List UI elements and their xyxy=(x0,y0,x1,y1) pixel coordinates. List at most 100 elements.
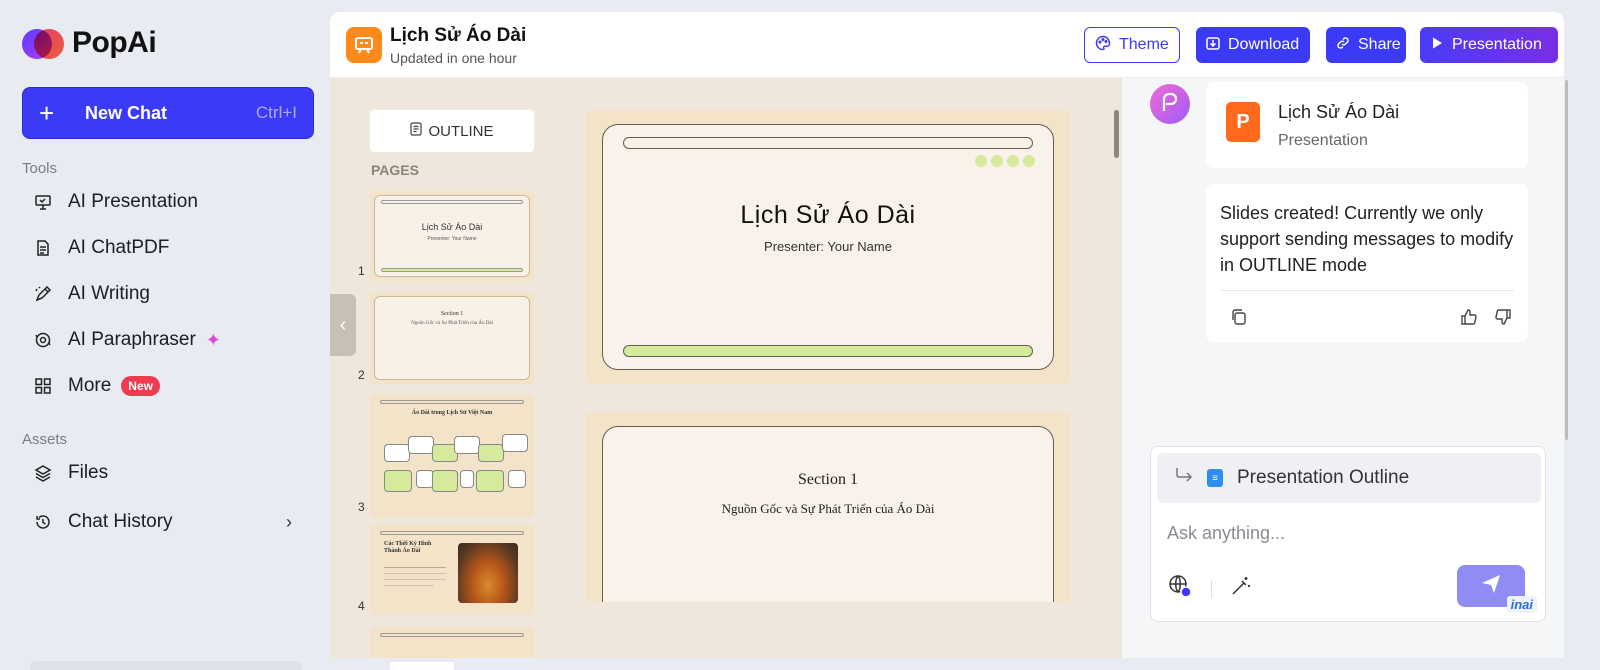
download-button[interactable]: Download xyxy=(1196,27,1310,63)
page-thumbnail-2[interactable]: Section 1 Nguồn Gốc và Sự Phát Triển của… xyxy=(370,292,534,384)
presentation-icon xyxy=(34,193,52,211)
assistant-avatar xyxy=(1150,84,1190,124)
timeline-box xyxy=(476,470,504,492)
message-divider xyxy=(1220,290,1514,291)
theme-button[interactable]: Theme xyxy=(1084,27,1180,63)
sidebar-item-more[interactable]: More New xyxy=(22,367,314,405)
page-thumbnail-4[interactable]: Các Thời Kỳ Hình Thành Áo Dài xyxy=(370,525,534,615)
share-label: Share xyxy=(1358,36,1401,53)
logo-mark-icon xyxy=(22,27,66,59)
outline-doc-icon: ≡ xyxy=(1207,469,1223,487)
web-search-icon[interactable] xyxy=(1167,573,1193,604)
timeline-box xyxy=(384,470,412,492)
send-icon xyxy=(1480,573,1502,600)
timeline-box xyxy=(502,434,528,452)
page-number: 1 xyxy=(358,264,365,278)
reference-label: Presentation Outline xyxy=(1237,467,1410,488)
page-number: 4 xyxy=(358,599,365,613)
page-number: 2 xyxy=(358,368,365,382)
sidebar-item-label: AI Paraphraser xyxy=(68,329,196,350)
outline-button[interactable]: OUTLINE xyxy=(370,110,534,152)
sidebar-item-label: Files xyxy=(68,462,109,483)
tools-section-title: Tools xyxy=(22,160,58,177)
copy-icon[interactable] xyxy=(1230,308,1248,331)
new-chat-button[interactable]: + New Chat Ctrl+I xyxy=(22,87,314,139)
assistant-message: Slides created! Currently we only suppor… xyxy=(1206,184,1528,342)
slide-bottom-bar xyxy=(623,345,1033,357)
thumbnail-text-line xyxy=(384,567,446,568)
page-thumbnail-3[interactable]: Áo Dài trong Lịch Sử Việt Nam xyxy=(370,394,534,518)
palette-icon xyxy=(1095,35,1111,56)
input-tools xyxy=(1167,573,1252,604)
slide-1[interactable]: Lịch Sử Áo Dài Presenter: Your Name xyxy=(586,110,1070,384)
thumbnail-text-line xyxy=(384,573,446,574)
page-scrollbar[interactable] xyxy=(1565,80,1568,440)
thumbnail-text-line xyxy=(384,585,434,586)
layers-icon xyxy=(34,464,52,482)
link-icon xyxy=(1336,36,1350,55)
presentation-doc-icon xyxy=(346,27,382,63)
timeline-box xyxy=(460,470,474,488)
chat-input[interactable]: Ask anything... xyxy=(1167,523,1285,544)
slide-subtitle[interactable]: Nguồn Gốc và Sự Phát Triển của Áo Dài xyxy=(603,501,1053,517)
presentation-attachment-card[interactable]: P Lịch Sử Áo Dài Presentation xyxy=(1206,82,1528,168)
magic-wand-icon[interactable] xyxy=(1230,575,1252,602)
thumbnail-subtitle: Presenter: Your Name xyxy=(427,236,477,242)
presentation-label: Presentation xyxy=(1452,36,1542,53)
share-button[interactable]: Share xyxy=(1326,27,1406,63)
paraphrase-icon xyxy=(34,331,52,349)
sidebar-item-label: AI Presentation xyxy=(68,191,198,212)
popai-logo[interactable]: PopAi xyxy=(22,26,157,60)
page-title: Lịch Sử Áo Dài xyxy=(390,25,527,46)
theme-label: Theme xyxy=(1119,36,1169,53)
thumbs-down-icon[interactable] xyxy=(1494,308,1512,331)
new-badge: New xyxy=(121,376,160,396)
inai-watermark: inai xyxy=(1506,596,1537,613)
sidebar-item-ai-chatpdf[interactable]: AI ChatPDF xyxy=(22,229,314,267)
thumbnail-canvas: Áo Dài trong Lịch Sử Việt Nam xyxy=(374,398,530,514)
attachment-title: Lịch Sử Áo Dài xyxy=(1278,102,1400,122)
sidebar-item-chat-history[interactable]: Chat History › xyxy=(22,503,314,541)
sidebar-item-files[interactable]: Files xyxy=(22,454,314,492)
slide-dots xyxy=(975,155,1035,167)
pages-label: PAGES xyxy=(371,162,419,178)
thumbnail-canvas: Lịch Sử Áo Dài Presenter: Your Name xyxy=(374,195,530,277)
powerpoint-icon: P xyxy=(1226,102,1260,142)
feedback-actions xyxy=(1460,308,1512,331)
slide-title[interactable]: Section 1 xyxy=(603,471,1053,489)
thumbs-up-icon[interactable] xyxy=(1460,308,1478,331)
sidebar-item-ai-writing[interactable]: AI Writing xyxy=(22,275,314,313)
timeline-box xyxy=(408,436,434,454)
slide-frame: Lịch Sử Áo Dài Presenter: Your Name xyxy=(602,124,1054,370)
play-icon xyxy=(1430,36,1444,55)
attachment-type: Presentation xyxy=(1278,132,1368,149)
new-chat-shortcut: Ctrl+I xyxy=(255,103,297,122)
collapse-panel-button[interactable]: ‹ xyxy=(330,294,356,356)
editor-scrollbar[interactable] xyxy=(1114,110,1119,158)
thumbnail-title: Các Thời Kỳ Hình Thành Áo Dài xyxy=(384,541,432,554)
slide-title[interactable]: Lịch Sử Áo Dài xyxy=(603,201,1053,230)
thumbnail-canvas xyxy=(374,631,530,654)
document-header: Lịch Sử Áo Dài Updated in one hour Theme… xyxy=(330,12,1564,78)
timeline-box xyxy=(432,470,458,492)
page-thumbnail-1[interactable]: Lịch Sử Áo Dài Presenter: Your Name xyxy=(370,191,534,281)
editor-bottom-fade xyxy=(586,602,1070,658)
thumbnail-title: Lịch Sử Áo Dài xyxy=(421,222,483,232)
slide-editor: ‹ OUTLINE PAGES Lịch Sử Áo Dài Presenter… xyxy=(330,78,1122,658)
thumbnail-bar xyxy=(381,268,523,272)
outline-doc-icon xyxy=(410,122,423,140)
slide-subtitle[interactable]: Presenter: Your Name xyxy=(603,239,1053,254)
sidebar-item-ai-presentation[interactable]: AI Presentation xyxy=(22,183,314,221)
bottom-tab xyxy=(390,662,454,670)
updated-status: Updated in one hour xyxy=(390,50,517,66)
sidebar-item-ai-paraphraser[interactable]: AI Paraphraser ✦ xyxy=(22,321,314,359)
reference-chip[interactable]: ≡ Presentation Outline xyxy=(1157,453,1541,503)
message-actions xyxy=(1230,308,1512,331)
chevron-right-icon[interactable]: › xyxy=(286,512,292,533)
main-panel: Lịch Sử Áo Dài Updated in one hour Theme… xyxy=(330,12,1564,658)
logo-text: PopAi xyxy=(72,26,157,59)
page-thumbnail-5[interactable] xyxy=(370,627,534,658)
presentation-button[interactable]: Presentation xyxy=(1420,27,1558,63)
message-text: Slides created! Currently we only suppor… xyxy=(1220,203,1514,275)
pen-icon xyxy=(34,285,52,303)
